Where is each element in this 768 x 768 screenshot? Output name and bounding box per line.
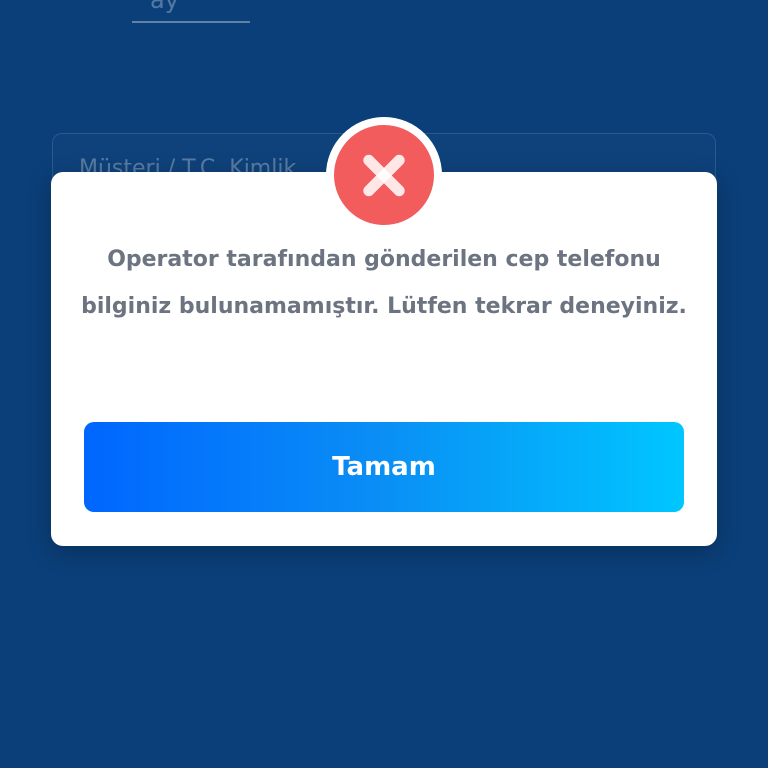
background-tab-underline <box>132 21 250 23</box>
screen: ay Müşteri / T.C. Kimlik Operator tarafı… <box>0 0 768 768</box>
ok-button[interactable]: Tamam <box>84 422 684 512</box>
error-x-icon <box>334 125 434 225</box>
error-message: Operator tarafından gönderilen cep telef… <box>81 247 687 319</box>
background-tab-label: ay <box>150 0 179 14</box>
